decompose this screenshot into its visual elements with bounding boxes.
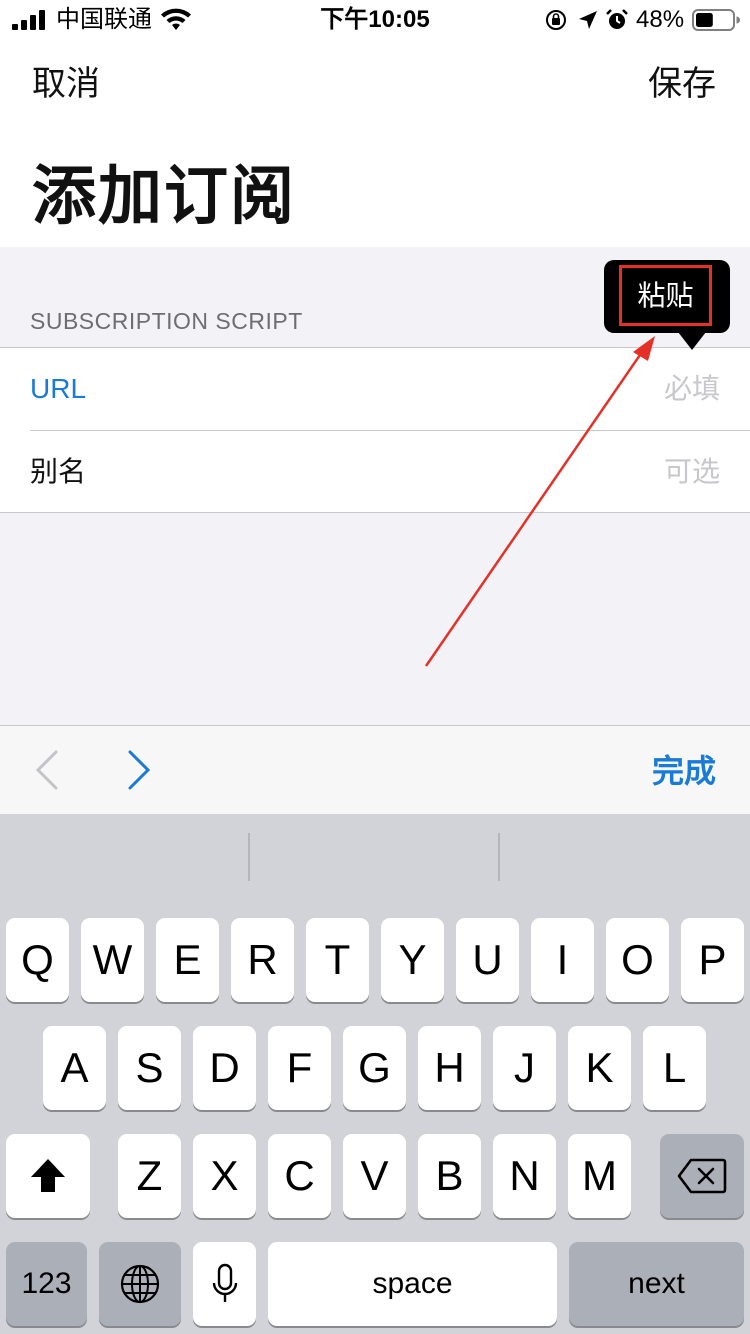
shift-arrow-icon: [31, 1159, 65, 1192]
key-s[interactable]: S: [118, 1026, 181, 1110]
key-c[interactable]: C: [268, 1134, 331, 1218]
microphone-icon: [212, 1263, 237, 1302]
key-w[interactable]: W: [81, 918, 144, 1002]
paste-callout-tail: [678, 332, 706, 350]
key-g[interactable]: G: [343, 1026, 406, 1110]
next-key[interactable]: next: [569, 1242, 744, 1326]
done-button[interactable]: 完成: [652, 750, 716, 792]
alias-cell[interactable]: 别名: [0, 431, 750, 513]
section-header-subscription-script: SUBSCRIPTION SCRIPT: [30, 308, 303, 334]
battery-icon: [692, 9, 740, 31]
key-u[interactable]: U: [456, 918, 519, 1002]
key-b[interactable]: B: [418, 1134, 481, 1218]
key-a[interactable]: A: [43, 1026, 106, 1110]
battery-percentage: 48%: [636, 6, 685, 33]
add-subscription-screen: 中国联通 下午10:05 48% 取消 保存 添加订阅 SUBSCRIPTION…: [0, 0, 750, 1334]
key-y[interactable]: Y: [381, 918, 444, 1002]
alarm-clock-icon: [606, 9, 628, 29]
location-arrow-icon: [579, 11, 597, 29]
key-v[interactable]: V: [343, 1134, 406, 1218]
delete-key[interactable]: [660, 1134, 744, 1218]
subscription-form-group: URL 别名: [0, 347, 750, 513]
key-m[interactable]: M: [568, 1134, 631, 1218]
url-cell[interactable]: URL: [0, 348, 750, 431]
page-title: 添加订阅: [32, 160, 296, 232]
key-h[interactable]: H: [418, 1026, 481, 1110]
keyboard: Q W E R T Y U I O P A S D F G H J K L Z …: [0, 814, 750, 1334]
globe-key[interactable]: [99, 1242, 181, 1326]
prediction-divider: [498, 833, 500, 881]
key-o[interactable]: O: [606, 918, 669, 1002]
key-x[interactable]: X: [193, 1134, 256, 1218]
key-l[interactable]: L: [643, 1026, 706, 1110]
key-p[interactable]: P: [681, 918, 744, 1002]
alias-label: 别名: [30, 456, 87, 487]
key-z[interactable]: Z: [118, 1134, 181, 1218]
cancel-button[interactable]: 取消: [32, 62, 100, 106]
key-d[interactable]: D: [193, 1026, 256, 1110]
previous-field-chevron-icon[interactable]: [32, 748, 62, 792]
key-t[interactable]: T: [306, 918, 369, 1002]
dictation-key[interactable]: [193, 1242, 256, 1326]
alias-input[interactable]: [420, 451, 720, 493]
keyboard-accessory-bar: 完成: [0, 725, 750, 814]
url-input[interactable]: [420, 368, 720, 410]
paste-button[interactable]: 粘贴: [619, 265, 712, 326]
numbers-key[interactable]: 123: [6, 1242, 87, 1326]
prediction-divider: [248, 833, 250, 881]
orientation-lock-icon: [546, 10, 566, 30]
backspace-icon: [677, 1158, 727, 1194]
key-q[interactable]: Q: [6, 918, 69, 1002]
key-n[interactable]: N: [493, 1134, 556, 1218]
key-k[interactable]: K: [568, 1026, 631, 1110]
key-j[interactable]: J: [493, 1026, 556, 1110]
key-f[interactable]: F: [268, 1026, 331, 1110]
next-field-chevron-icon[interactable]: [124, 748, 154, 792]
key-r[interactable]: R: [231, 918, 294, 1002]
key-e[interactable]: E: [156, 918, 219, 1002]
key-i[interactable]: I: [531, 918, 594, 1002]
save-button[interactable]: 保存: [648, 62, 716, 106]
status-bar: 中国联通 下午10:05 48%: [0, 0, 750, 40]
globe-icon: [120, 1264, 160, 1304]
shift-key[interactable]: [6, 1134, 90, 1218]
url-label: URL: [30, 373, 87, 404]
space-key[interactable]: space: [268, 1242, 557, 1326]
